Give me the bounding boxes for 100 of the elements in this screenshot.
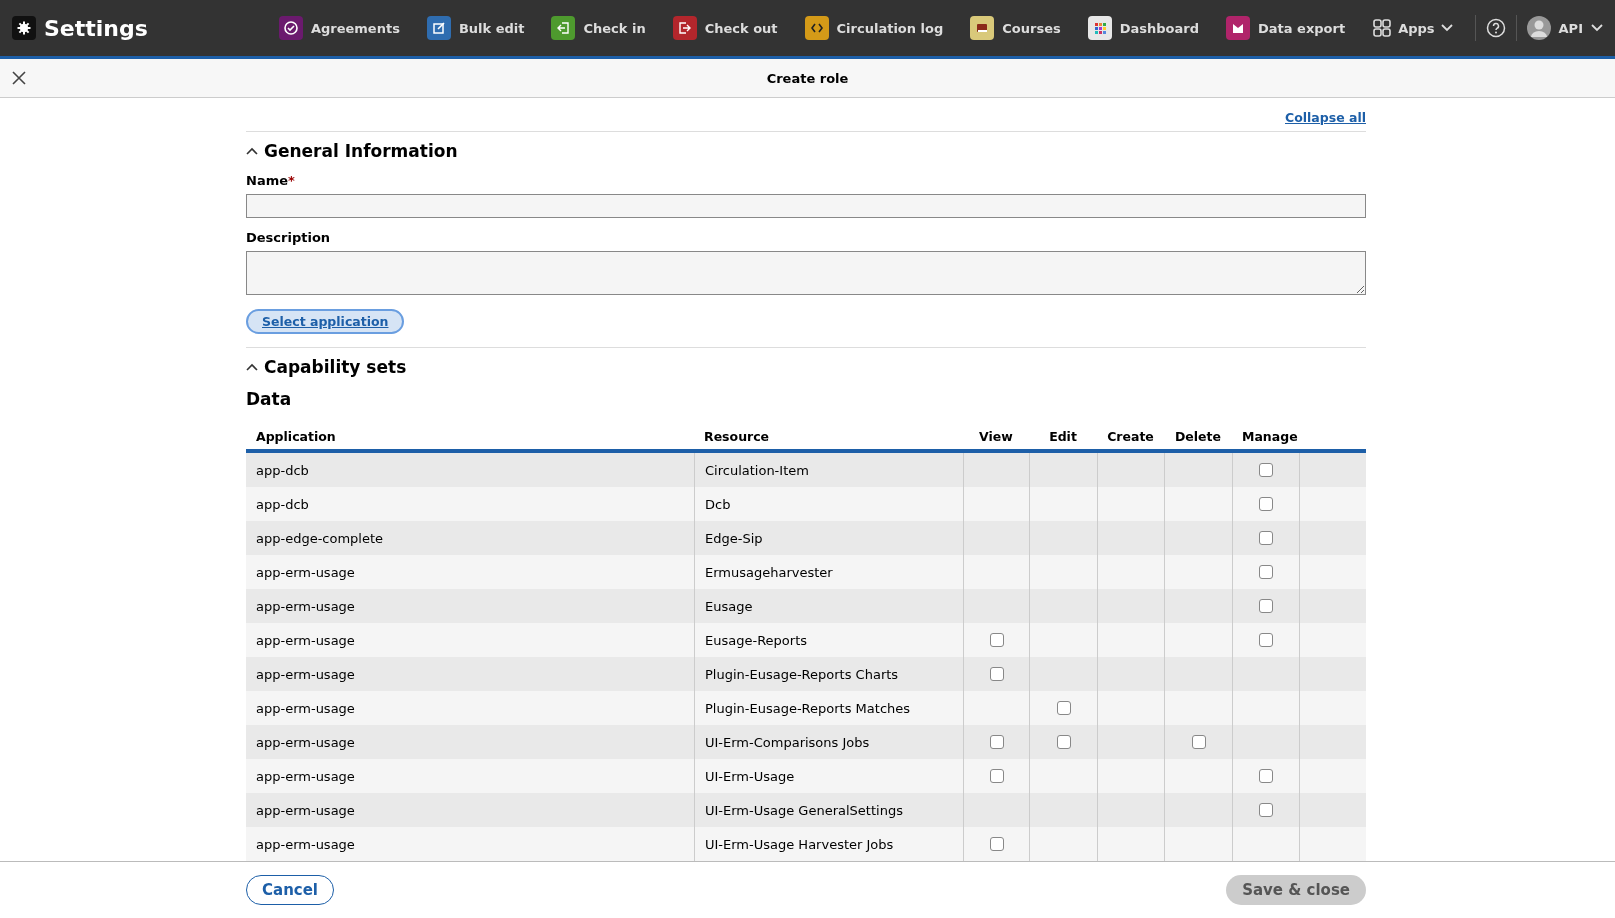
checkbox[interactable] xyxy=(989,837,1004,851)
table-cell xyxy=(1097,487,1164,521)
section-header[interactable]: General Information xyxy=(246,141,458,161)
required-mark: * xyxy=(288,173,295,188)
checkbox[interactable] xyxy=(1259,497,1273,511)
column-header: Create xyxy=(1106,429,1155,446)
checkbox[interactable] xyxy=(1259,463,1273,477)
table-cell: app-erm-usage xyxy=(246,691,694,725)
checkbox[interactable] xyxy=(1056,701,1071,715)
app-title: Settings xyxy=(44,15,148,41)
checkbox[interactable] xyxy=(989,769,1004,783)
table-cell xyxy=(1029,555,1097,589)
app-link[interactable]: Circulation log xyxy=(804,16,944,40)
table-cell: app-dcb xyxy=(246,453,694,487)
checkbox[interactable] xyxy=(1191,735,1206,749)
name-field[interactable] xyxy=(246,194,1366,218)
checkbox[interactable] xyxy=(989,633,1004,647)
table-cell xyxy=(1097,555,1164,589)
checkbox[interactable] xyxy=(1259,565,1273,579)
table-cell: app-erm-usage xyxy=(246,623,694,657)
table-cell xyxy=(963,453,1029,487)
table-cell xyxy=(1097,623,1164,657)
table-cell xyxy=(1097,453,1164,487)
select-application-button[interactable]: Select application xyxy=(246,309,405,334)
table-cell: Eusage xyxy=(694,589,963,623)
app-link[interactable]: Bulk edit xyxy=(426,16,525,40)
checkbox[interactable] xyxy=(989,667,1004,681)
table-cell xyxy=(1029,521,1097,555)
subsection-title: Data xyxy=(246,389,293,409)
section-header[interactable]: Capability sets xyxy=(246,357,407,377)
table-cell: app-erm-usage xyxy=(246,827,694,861)
table-cell xyxy=(1029,453,1097,487)
help-icon[interactable] xyxy=(1485,18,1506,38)
table-cell xyxy=(1232,691,1299,725)
table-cell: Edge-Sip xyxy=(694,521,963,555)
column-header: Edit xyxy=(1048,429,1078,446)
table-cell: UI-Erm-Usage Harvester Jobs xyxy=(694,827,963,861)
column-header: Application xyxy=(255,429,337,446)
checkbox[interactable] xyxy=(1259,633,1273,647)
apps-menu-button[interactable]: Apps xyxy=(1372,18,1465,38)
column-header: Resource xyxy=(703,429,771,446)
table-cell xyxy=(963,487,1029,521)
column-header: Manage xyxy=(1241,429,1299,446)
table-cell xyxy=(1299,691,1366,725)
settings-icon[interactable] xyxy=(12,16,36,40)
table-cell xyxy=(963,521,1029,555)
table-cell: Eusage-Reports xyxy=(694,623,963,657)
table-cell: app-erm-usage xyxy=(246,793,694,827)
table-cell: Dcb xyxy=(694,487,963,521)
table-cell xyxy=(1164,657,1232,691)
table-cell xyxy=(1029,793,1097,827)
checkbox[interactable] xyxy=(1259,599,1273,613)
column-header: Delete xyxy=(1173,429,1223,446)
table-cell xyxy=(1299,725,1366,759)
checkbox[interactable] xyxy=(1259,531,1273,545)
app-link[interactable]: Check out xyxy=(672,16,778,40)
app-link[interactable]: Dashboard xyxy=(1087,16,1199,40)
table-cell xyxy=(1097,759,1164,793)
table-cell: app-erm-usage xyxy=(246,589,694,623)
table-cell: Circulation-Item xyxy=(694,453,963,487)
table-cell xyxy=(1029,487,1097,521)
cancel-button[interactable]: Cancel xyxy=(246,875,334,905)
caret-icon xyxy=(1591,24,1603,32)
app-link[interactable]: Courses xyxy=(970,16,1061,40)
table-cell: Plugin-Eusage-Reports Charts xyxy=(694,657,963,691)
description-field[interactable] xyxy=(246,251,1366,295)
table-cell: app-edge-complete xyxy=(246,521,694,555)
table-cell: app-dcb xyxy=(246,487,694,521)
avatar-icon xyxy=(1526,16,1551,40)
table-cell: app-erm-usage xyxy=(246,657,694,691)
field-label: Description xyxy=(246,230,331,245)
table-cell: app-erm-usage xyxy=(246,759,694,793)
grid-icon xyxy=(1372,18,1393,38)
app-link[interactable]: Agreements xyxy=(278,16,400,40)
table-cell: Plugin-Eusage-Reports Matches xyxy=(694,691,963,725)
checkbox[interactable] xyxy=(1259,769,1273,783)
pane-title: Create role xyxy=(766,70,849,86)
app-link[interactable]: Data export xyxy=(1226,16,1346,40)
column-header: View xyxy=(978,429,1014,446)
table-cell xyxy=(1097,521,1164,555)
field-label: Name xyxy=(246,173,288,188)
table-cell: Ermusageharvester xyxy=(694,555,963,589)
checkbox[interactable] xyxy=(1259,803,1273,817)
table-cell: UI-Erm-Comparisons Jobs xyxy=(694,725,963,759)
checkbox[interactable] xyxy=(989,735,1004,749)
table-cell xyxy=(963,555,1029,589)
table-cell: app-erm-usage xyxy=(246,555,694,589)
app-link[interactable]: Check in xyxy=(551,16,646,40)
collapse-all-link[interactable]: Collapse all xyxy=(1285,110,1366,125)
table-cell: UI-Erm-Usage GeneralSettings xyxy=(694,793,963,827)
table-cell xyxy=(1097,589,1164,623)
table-cell xyxy=(1097,793,1164,827)
checkbox[interactable] xyxy=(1056,735,1071,749)
caret-icon xyxy=(1440,24,1453,32)
table-cell xyxy=(1029,589,1097,623)
table-cell xyxy=(1097,657,1164,691)
table-cell: UI-Erm-Usage xyxy=(694,759,963,793)
table-cell xyxy=(1299,657,1366,691)
user-menu-button[interactable]: API xyxy=(1526,16,1603,40)
close-button[interactable] xyxy=(10,69,28,87)
